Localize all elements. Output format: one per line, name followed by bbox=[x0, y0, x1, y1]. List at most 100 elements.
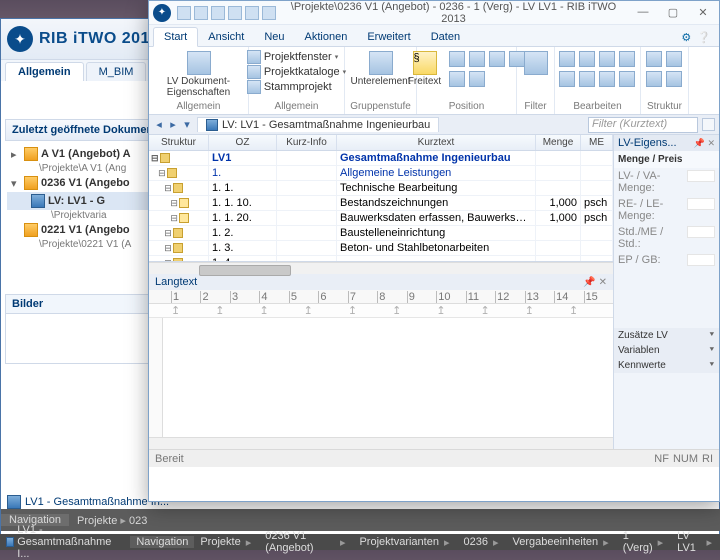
stammprojekt-button[interactable]: Stammprojekt bbox=[247, 80, 346, 94]
struct-icon[interactable] bbox=[666, 71, 682, 87]
crumb[interactable]: Projektvarianten bbox=[353, 536, 457, 549]
lv-properties-button[interactable]: LV Dokument-Eigenschaften bbox=[153, 49, 244, 100]
grid-row[interactable]: ⊟1. 2.Baustelleneinrichtung bbox=[149, 226, 613, 241]
projektfenster-button[interactable]: Projektfenster▾ bbox=[247, 50, 346, 64]
tab-mbim[interactable]: M_BIM bbox=[86, 62, 147, 81]
ribbon-tab-daten[interactable]: Daten bbox=[421, 28, 470, 46]
nav-down-icon[interactable]: ▾ bbox=[181, 118, 193, 131]
footer-doc-link[interactable]: LV1 - Gesamtmaßnahme In... bbox=[7, 495, 169, 509]
bilder-header: Bilder bbox=[6, 295, 169, 314]
edit-icon[interactable] bbox=[579, 71, 595, 87]
grid-scrollbar[interactable] bbox=[149, 262, 613, 274]
edit-icon[interactable] bbox=[599, 51, 615, 67]
qat-icon[interactable] bbox=[262, 6, 276, 20]
crumb[interactable]: Vergabeeinheiten bbox=[507, 536, 617, 549]
grid-row[interactable]: ⊟LV1Gesamtmaßnahme Ingenieurbau bbox=[149, 151, 613, 166]
recent-docs-header: Zuletzt geöffnete Dokument bbox=[5, 119, 170, 141]
prop-row: LV- / VA-Menge: bbox=[614, 168, 719, 196]
col-oz[interactable]: OZ bbox=[209, 135, 277, 150]
prop-category[interactable]: Variablen bbox=[614, 343, 719, 358]
nav-next-icon[interactable]: ▸ bbox=[167, 118, 179, 131]
grid-body[interactable]: ⊟LV1Gesamtmaßnahme Ingenieurbau ⊟1.Allge… bbox=[149, 151, 613, 262]
col-kurztext[interactable]: Kurztext bbox=[337, 135, 536, 150]
struct-icon[interactable] bbox=[646, 51, 662, 67]
status-text: Bereit bbox=[155, 453, 184, 465]
col-menge[interactable]: Menge bbox=[536, 135, 581, 150]
crumb[interactable]: 0236 V1 (Angebot) bbox=[259, 530, 353, 554]
document-tab[interactable]: LV: LV1 - Gesamtmaßnahme Ingenieurbau bbox=[197, 117, 439, 132]
grid-row[interactable]: ⊟1. 1. 10.Bestandszeichnungen1,000psch bbox=[149, 196, 613, 211]
gear-icon[interactable]: ⚙ bbox=[681, 31, 691, 44]
crumb[interactable]: Navigation bbox=[130, 536, 194, 548]
langtext-scrollbar[interactable] bbox=[149, 437, 613, 449]
qat-redo-icon[interactable] bbox=[211, 6, 225, 20]
edit-icon[interactable] bbox=[559, 71, 575, 87]
pos-icon[interactable] bbox=[449, 71, 465, 87]
pos-icon[interactable] bbox=[469, 71, 485, 87]
crumb[interactable]: 1 (Verg) bbox=[617, 530, 671, 554]
recent-item[interactable]: ▸0221 V1 (Angebo bbox=[7, 221, 168, 239]
prop-value[interactable] bbox=[687, 254, 715, 266]
crumb-doc[interactable]: LV1 - Gesamtmaßnahme I... bbox=[0, 524, 130, 560]
pos-icon[interactable] bbox=[469, 51, 485, 67]
recent-item[interactable]: ▸A V1 (Angebot) A bbox=[7, 145, 168, 163]
ribbon: LV Dokument-Eigenschaften Allgemein Proj… bbox=[149, 47, 719, 115]
col-me[interactable]: ME bbox=[581, 135, 613, 150]
prop-category[interactable]: Kennwerte bbox=[614, 358, 719, 373]
pos-icon[interactable] bbox=[449, 51, 465, 67]
edit-icon[interactable] bbox=[619, 71, 635, 87]
tab-allgemein[interactable]: Allgemein bbox=[5, 62, 84, 81]
edit-icon[interactable] bbox=[579, 51, 595, 67]
edit-icon[interactable] bbox=[559, 51, 575, 67]
doc-nav: ◂ ▸ ▾ bbox=[153, 118, 193, 131]
struktur-grid bbox=[644, 49, 686, 91]
qat-undo-icon[interactable] bbox=[194, 6, 208, 20]
qat-save-icon[interactable] bbox=[177, 6, 191, 20]
close-button[interactable]: ✕ bbox=[691, 6, 715, 19]
ribbon-settings: ⚙ ❔ bbox=[677, 29, 715, 46]
grid-row[interactable]: ⊟1. 1.Technische Bearbeitung bbox=[149, 181, 613, 196]
pos-icon[interactable] bbox=[489, 51, 505, 67]
prop-value[interactable] bbox=[687, 226, 715, 238]
freitext-button[interactable]: §Freitext bbox=[404, 49, 445, 91]
search-icon[interactable] bbox=[702, 118, 715, 131]
edit-icon[interactable] bbox=[599, 71, 615, 87]
struct-icon[interactable] bbox=[666, 51, 682, 67]
struct-icon[interactable] bbox=[646, 71, 662, 87]
projektkataloge-button[interactable]: Projektkataloge▾ bbox=[247, 65, 346, 79]
document-window: ✦ \Projekte\0236 V1 (Angebot) - 0236 - 1… bbox=[148, 0, 720, 502]
crumb[interactable]: Projekte bbox=[194, 536, 259, 549]
filter-input[interactable]: Filter (Kurztext) bbox=[588, 117, 698, 133]
recent-docs-panel: Zuletzt geöffnete Dokument ▸A V1 (Angebo… bbox=[5, 119, 170, 364]
crumb[interactable]: LV LV1 bbox=[671, 530, 720, 554]
minimize-button[interactable]: — bbox=[631, 6, 655, 19]
prop-category[interactable]: Zusätze LV bbox=[614, 328, 719, 343]
ribbon-tab-ansicht[interactable]: Ansicht bbox=[198, 28, 254, 46]
qat-icon[interactable] bbox=[228, 6, 242, 20]
langtext-editor[interactable] bbox=[149, 318, 613, 437]
edit-icon[interactable] bbox=[619, 51, 635, 67]
doc-icon bbox=[206, 119, 218, 131]
prop-value[interactable] bbox=[687, 170, 715, 182]
col-kurzinfo[interactable]: Kurz-Info bbox=[277, 135, 337, 150]
ribbon-tab-neu[interactable]: Neu bbox=[254, 28, 294, 46]
col-struktur[interactable]: Struktur bbox=[149, 135, 209, 150]
ribbon-tab-erweitert[interactable]: Erweitert bbox=[357, 28, 420, 46]
maximize-button[interactable]: ▢ bbox=[661, 6, 685, 19]
grid-row[interactable]: ⊟1. 3.Beton- und Stahlbetonarbeiten bbox=[149, 241, 613, 256]
grid-row[interactable]: ⊟1.Allgemeine Leistungen bbox=[149, 166, 613, 181]
recent-item[interactable]: LV: LV1 - G bbox=[7, 192, 168, 210]
window-controls: — ▢ ✕ bbox=[631, 6, 715, 19]
ribbon-tab-aktionen[interactable]: Aktionen bbox=[295, 28, 358, 46]
recent-item[interactable]: ▾0236 V1 (Angebo bbox=[7, 174, 168, 192]
grid-row[interactable]: ⊟1. 1. 20.Bauwerksdaten erfassen, Bauwer… bbox=[149, 211, 613, 226]
qat-icon[interactable] bbox=[245, 6, 259, 20]
pin-icon[interactable]: 📌 ✕ bbox=[583, 277, 607, 288]
crumb[interactable]: 0236 bbox=[458, 536, 507, 549]
nav-prev-icon[interactable]: ◂ bbox=[153, 118, 165, 131]
filter-button[interactable] bbox=[520, 49, 552, 77]
help-icon[interactable]: ❔ bbox=[697, 31, 711, 44]
prop-value[interactable] bbox=[687, 198, 715, 210]
pin-icon[interactable]: 📌 ✕ bbox=[694, 138, 715, 149]
ribbon-tab-start[interactable]: Start bbox=[153, 27, 198, 47]
